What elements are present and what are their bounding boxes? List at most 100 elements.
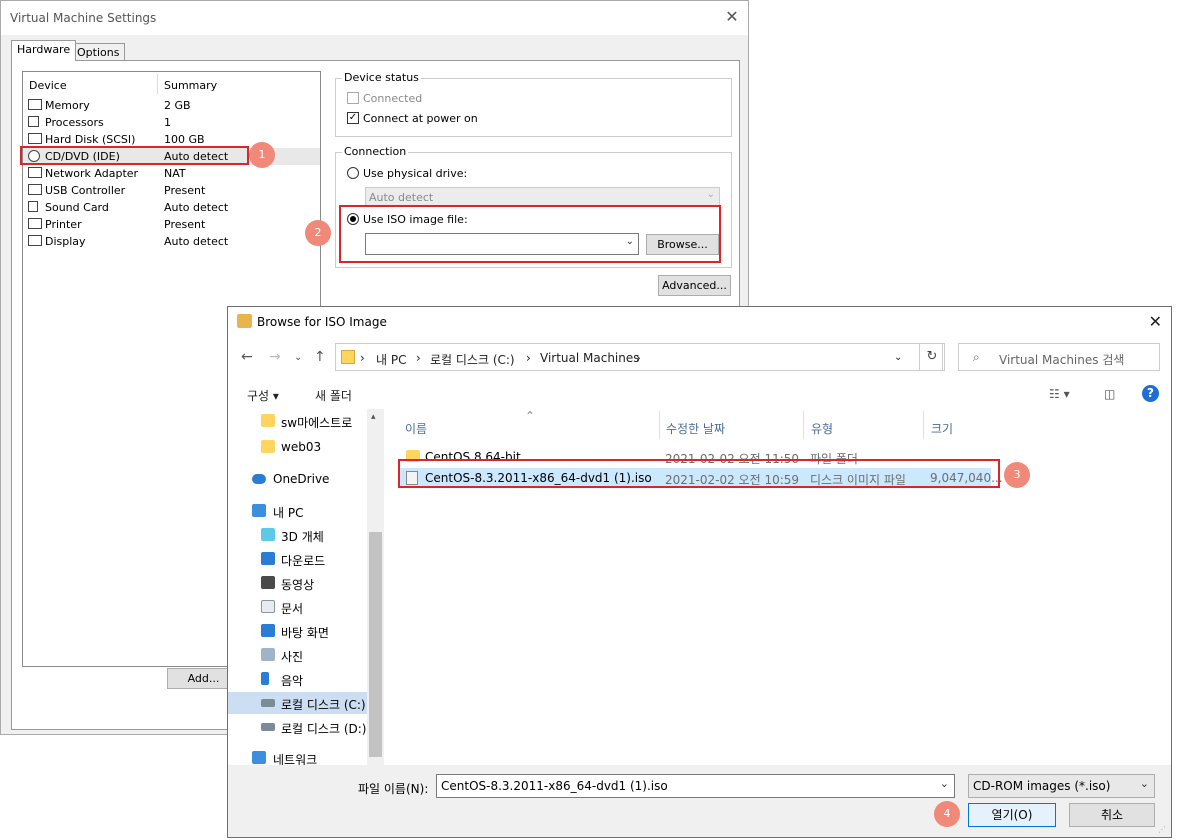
device-summary: Present	[164, 218, 206, 231]
group-title: Device status	[342, 71, 421, 84]
folder-icon	[261, 414, 275, 427]
forward-icon[interactable]: →	[269, 349, 281, 365]
computer-icon	[252, 504, 266, 517]
nav-item-web03[interactable]: web03	[228, 436, 367, 458]
device-name: Printer	[45, 218, 82, 231]
breadcrumb-virtual-machines[interactable]: Virtual Machines	[540, 351, 640, 365]
file-list-scrollbar[interactable]	[1159, 409, 1171, 765]
new-folder-button[interactable]: 새 폴더	[315, 387, 352, 404]
highlight-iso-file	[398, 459, 1000, 488]
monitor-icon	[28, 235, 42, 246]
column-header-size[interactable]: 크기	[931, 420, 953, 437]
tab-options[interactable]: Options	[71, 43, 126, 61]
nav-item-my-pc[interactable]: 내 PC	[228, 500, 367, 522]
physical-drive-radio[interactable]	[347, 167, 359, 179]
folder-icon	[261, 440, 275, 453]
nav-item-swmaestro[interactable]: sw마에스트로	[228, 410, 367, 432]
recent-dropdown-icon[interactable]: ⌄	[294, 352, 302, 363]
device-row-printer[interactable]: Printer Present	[23, 216, 320, 233]
memory-icon	[28, 99, 42, 110]
nav-item-onedrive[interactable]: OneDrive	[228, 468, 367, 490]
device-row-processors[interactable]: Processors 1	[23, 114, 320, 131]
nav-scroll-thumb[interactable]	[369, 532, 382, 757]
chevron-right-icon[interactable]: ›	[416, 351, 421, 365]
breadcrumb-my-pc[interactable]: 내 PC	[376, 351, 406, 368]
chevron-down-icon[interactable]: ⌄	[940, 777, 949, 790]
device-row-display[interactable]: Display Auto detect	[23, 233, 320, 250]
address-bar[interactable]: › 내 PC › 로컬 디스크 (C:) › Virtual Machines …	[335, 343, 943, 371]
organize-button[interactable]: 구성 ▾	[247, 387, 279, 404]
view-options-icon[interactable]: ☷ ▾	[1049, 387, 1070, 401]
group-title: Connection	[342, 145, 409, 158]
navigation-pane: sw마에스트로 web03 OneDrive 내 PC 3D 개체 다운로드 동…	[228, 409, 384, 767]
step-badge-4: 4	[934, 801, 960, 827]
nav-label: 동영상	[281, 578, 315, 592]
resize-grip-icon[interactable]: ⋰	[1158, 825, 1166, 834]
hard-disk-icon	[28, 133, 42, 144]
up-icon[interactable]: ↑	[314, 349, 326, 365]
open-button[interactable]: 열기(O)	[968, 803, 1056, 827]
nav-item-downloads[interactable]: 다운로드	[228, 548, 367, 570]
physical-drive-label: Use physical drive:	[363, 167, 468, 180]
nav-item-3d-objects[interactable]: 3D 개체	[228, 524, 367, 546]
nav-label: web03	[281, 440, 322, 454]
device-row-usb-controller[interactable]: USB Controller Present	[23, 182, 320, 199]
breadcrumb-local-disk[interactable]: 로컬 디스크 (C:)	[430, 351, 515, 368]
nav-item-pictures[interactable]: 사진	[228, 644, 367, 666]
advanced-button[interactable]: Advanced...	[658, 275, 731, 296]
vmware-icon	[237, 314, 252, 328]
help-icon[interactable]: ?	[1142, 385, 1159, 402]
preview-pane-icon[interactable]: ◫	[1104, 387, 1115, 401]
chevron-down-icon[interactable]: ⌄	[894, 352, 902, 363]
filename-value: CentOS-8.3.2011-x86_64-dvd1 (1).iso	[441, 779, 668, 793]
drive-icon	[261, 723, 275, 731]
chevron-right-icon[interactable]: ›	[636, 351, 641, 365]
search-input[interactable]: ⌕ Virtual Machines 검색	[958, 343, 1160, 371]
nav-item-videos[interactable]: 동영상	[228, 572, 367, 594]
nav-label: 사진	[281, 650, 304, 664]
step-badge-2: 2	[305, 220, 331, 246]
filename-input[interactable]: CentOS-8.3.2011-x86_64-dvd1 (1).iso ⌄	[436, 774, 955, 798]
nav-item-local-disk-d[interactable]: 로컬 디스크 (D:)	[228, 716, 367, 738]
folder-icon	[341, 350, 355, 364]
nav-label: 음악	[281, 674, 304, 688]
close-icon[interactable]: ✕	[722, 7, 742, 27]
back-icon[interactable]: ←	[241, 349, 253, 365]
nav-item-desktop[interactable]: 바탕 화면	[228, 620, 367, 642]
column-header-name[interactable]: 이름	[405, 420, 427, 437]
column-divider	[923, 411, 924, 439]
connect-at-power-on-checkbox[interactable]: ✓	[347, 112, 359, 124]
device-row-network-adapter[interactable]: Network Adapter NAT	[23, 165, 320, 182]
physical-drive-select[interactable]: Auto detect ⌄	[365, 187, 720, 206]
cloud-icon	[252, 474, 266, 484]
close-icon[interactable]: ✕	[1149, 312, 1162, 331]
cancel-button[interactable]: 취소	[1069, 803, 1155, 827]
search-placeholder: Virtual Machines 검색	[999, 353, 1125, 367]
nav-item-music[interactable]: 음악	[228, 668, 367, 690]
music-icon	[261, 672, 269, 685]
filename-label: 파일 이름(N):	[358, 782, 429, 796]
scroll-up-icon[interactable]: ▴	[371, 412, 376, 422]
nav-item-documents[interactable]: 문서	[228, 596, 367, 618]
column-header-type[interactable]: 유형	[811, 420, 833, 437]
device-column-header[interactable]: Device	[29, 79, 67, 92]
device-status-group: Device status Connected ✓ Connect at pow…	[335, 71, 732, 137]
refresh-icon[interactable]: ↻	[919, 343, 945, 371]
nav-label: sw마에스트로	[281, 416, 353, 430]
chevron-right-icon[interactable]: ›	[526, 351, 531, 365]
chevron-right-icon[interactable]: ›	[360, 351, 365, 365]
device-row-memory[interactable]: Memory 2 GB	[23, 97, 320, 114]
tab-hardware[interactable]: Hardware	[11, 40, 77, 61]
device-name: Hard Disk (SCSI)	[45, 133, 136, 146]
dialog-footer: 파일 이름(N): CentOS-8.3.2011-x86_64-dvd1 (1…	[228, 765, 1171, 837]
window-title: Virtual Machine Settings	[10, 11, 157, 25]
device-row-sound-card[interactable]: Sound Card Auto detect	[23, 199, 320, 216]
filetype-select[interactable]: CD-ROM images (*.iso) ⌄	[968, 774, 1155, 798]
summary-column-header[interactable]: Summary	[164, 79, 217, 92]
nav-item-local-disk-c[interactable]: 로컬 디스크 (C:)	[228, 692, 367, 714]
column-header-date[interactable]: 수정한 날짜	[666, 420, 725, 437]
highlight-cd-dvd	[20, 146, 249, 165]
connected-checkbox[interactable]	[347, 92, 359, 104]
device-name: USB Controller	[45, 184, 126, 197]
device-name: Display	[45, 235, 86, 248]
